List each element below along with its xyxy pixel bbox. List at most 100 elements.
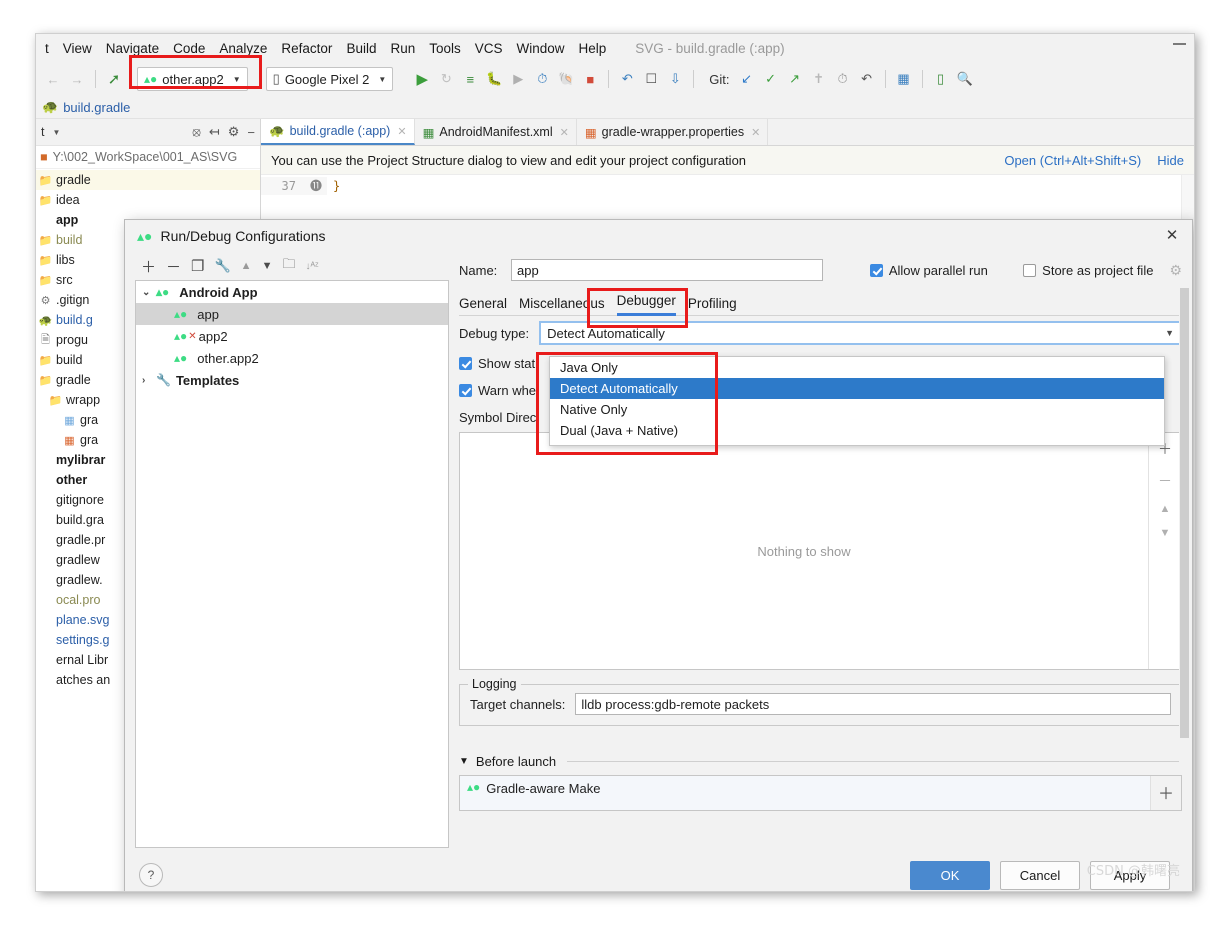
layout-icon[interactable]: ▦ (893, 68, 915, 90)
tree-item-gradle[interactable]: 📁 gradle (36, 170, 260, 190)
close-icon[interactable]: ✕ (1164, 228, 1180, 244)
move-symbol-down-icon[interactable]: ▼ (1160, 527, 1171, 539)
add-icon[interactable]: ＋ (141, 256, 156, 277)
move-down-icon[interactable]: ▼ (262, 260, 273, 272)
tree-item-idea[interactable]: 📁 idea (36, 190, 260, 210)
menu-item-analyze[interactable]: Analyze (212, 38, 274, 59)
config-item-app2[interactable]: ▴● ✕ app2 (136, 325, 448, 347)
menu-item-tools[interactable]: Tools (422, 38, 468, 59)
remove-icon[interactable]: － (166, 256, 181, 277)
close-icon[interactable]: ✕ (751, 126, 760, 139)
menu-item-window[interactable]: Window (510, 38, 572, 59)
navbar-file-label[interactable]: build.gradle (63, 100, 130, 115)
chevron-down-icon[interactable]: ⌄ (142, 287, 156, 298)
config-group-android-app[interactable]: ⌄ ▴● Android App (136, 281, 448, 303)
name-input[interactable]: app (511, 259, 824, 281)
config-item-app[interactable]: ▴● app (136, 303, 448, 325)
debug-icon[interactable]: 🐛 (483, 68, 505, 90)
remove-symbol-dir-icon[interactable]: － (1158, 471, 1172, 491)
arrow-right-icon[interactable]: → (66, 68, 88, 90)
warn-when-checkbox[interactable]: Warn whe (459, 383, 536, 398)
add-before-launch-task-icon[interactable]: ＋ (1150, 776, 1181, 810)
hide-panel-icon[interactable]: − (247, 125, 255, 140)
before-launch-list[interactable]: ▴● Gradle-aware Make ＋ (459, 775, 1182, 811)
new-folder-icon[interactable]: 🗀 (282, 255, 295, 277)
cancel-button[interactable]: Cancel (1000, 860, 1080, 890)
menu-item-code[interactable]: Code (166, 38, 212, 59)
sort-alphabetically-icon[interactable]: ↓ᴬᶻ (305, 261, 318, 272)
menu-item-t[interactable]: t (38, 38, 56, 59)
push-arrow-icon[interactable]: ↗ (784, 68, 806, 90)
apply-code-changes-icon[interactable]: ≡ (459, 68, 481, 90)
before-launch-item[interactable]: ▴● Gradle-aware Make (460, 776, 1150, 810)
collapse-icon[interactable]: ▼ (459, 756, 469, 767)
fold-marker-icon[interactable]: ⓫ (305, 177, 327, 195)
debug-type-dropdown-list[interactable]: Java Only Detect Automatically Native On… (549, 356, 1165, 446)
hammer-icon[interactable]: ➚ (103, 68, 125, 90)
tab-miscellaneous[interactable]: Miscellaneous (519, 296, 605, 316)
dropdown-option-native-only[interactable]: Native Only (550, 399, 1164, 420)
menu-item-vcs[interactable]: VCS (468, 38, 510, 59)
terminal-icon[interactable]: ▯ (930, 68, 952, 90)
settings-gear-icon[interactable]: ⚙ (228, 124, 240, 140)
dropdown-option-java-only[interactable]: Java Only (550, 357, 1164, 378)
arrow-left-icon[interactable]: ← (42, 68, 64, 90)
run-coverage-icon[interactable]: 🐚 (555, 68, 577, 90)
ok-button[interactable]: OK (910, 860, 990, 890)
store-as-project-file-checkbox[interactable]: Store as project file (1023, 263, 1153, 278)
revert-icon[interactable]: ✝ (808, 68, 830, 90)
run-icon[interactable]: ▶ (411, 68, 433, 90)
move-symbol-up-icon[interactable]: ▲ (1160, 503, 1171, 515)
help-button[interactable]: ? (139, 863, 163, 887)
config-group-templates[interactable]: › 🔧 Templates (136, 369, 448, 391)
locate-file-icon[interactable]: ⦻ (192, 124, 201, 140)
device-combo[interactable]: ▯ Google Pixel 2 ▼ (265, 67, 394, 91)
symbol-directories-list[interactable]: Nothing to show ＋ － ▲ ▼ (459, 432, 1182, 670)
menu-item-run[interactable]: Run (383, 38, 422, 59)
close-icon[interactable]: ✕ (560, 126, 569, 139)
config-item-other-app2[interactable]: ▴● other.app2 (136, 347, 448, 369)
project-title-label[interactable]: t (41, 125, 44, 139)
menu-item-navigate[interactable]: Navigate (99, 38, 166, 59)
apply-changes-icon[interactable]: ↻ (435, 68, 457, 90)
tab-general[interactable]: General (459, 296, 507, 316)
chevron-down-icon[interactable]: ▼ (52, 128, 60, 137)
menu-item-refactor[interactable]: Refactor (274, 38, 339, 59)
before-launch-header[interactable]: ▼ Before launch (459, 754, 1182, 769)
history-icon[interactable]: ⏱ (832, 68, 854, 90)
editor-tab-build-gradle[interactable]: 🐢 build.gradle (:app) ✕ (261, 119, 415, 145)
check-icon[interactable]: ✓ (760, 68, 782, 90)
collapse-all-icon[interactable]: ↤ (209, 124, 220, 140)
push-icon[interactable]: ⇩ (664, 68, 686, 90)
menu-item-help[interactable]: Help (572, 38, 614, 59)
notification-hide-link[interactable]: Hide (1157, 153, 1184, 168)
tab-profiling[interactable]: Profiling (688, 296, 737, 316)
configuration-tree[interactable]: ⌄ ▴● Android App ▴● app ▴● ✕ app2 ▴● oth… (135, 280, 449, 848)
show-static-checkbox[interactable]: Show stati (459, 356, 538, 371)
chevron-right-icon[interactable]: › (142, 375, 156, 386)
tab-debugger[interactable]: Debugger (616, 293, 676, 316)
debug-type-select[interactable]: Detect Automatically ▼ (539, 321, 1182, 345)
scrollbar-thumb[interactable] (1180, 288, 1189, 738)
dropdown-option-detect-automatically[interactable]: Detect Automatically (550, 378, 1164, 399)
chevron-down-icon[interactable]: ▼ (1165, 328, 1174, 338)
dropdown-option-dual-java-native[interactable]: Dual (Java + Native) (550, 420, 1164, 441)
edit-templates-icon[interactable]: 🔧 (214, 258, 230, 274)
search-icon[interactable]: 🔍 (954, 68, 976, 90)
copy-icon[interactable]: ❐ (191, 257, 204, 275)
project-root-path[interactable]: ■ Y:\002_WorkSpace\001_AS\SVG (36, 146, 260, 169)
menu-item-build[interactable]: Build (339, 38, 383, 59)
commit-icon[interactable]: ☐ (640, 68, 662, 90)
menu-item-view[interactable]: View (56, 38, 99, 59)
minimize-button[interactable] (1173, 43, 1186, 45)
pull-icon[interactable]: ↙ (736, 68, 758, 90)
target-channels-input[interactable]: lldb process:gdb-remote packets (575, 693, 1171, 715)
profiler-icon[interactable]: ⏱ (531, 68, 553, 90)
run-configuration-combo[interactable]: ▴● other.app2 ▼ (137, 67, 248, 91)
dialog-scrollbar[interactable] (1179, 288, 1190, 763)
notification-open-link[interactable]: Open (Ctrl+Alt+Shift+S) (1004, 153, 1141, 168)
allow-parallel-run-checkbox[interactable]: Allow parallel run (869, 263, 988, 278)
update-project-icon[interactable]: ↶ (616, 68, 638, 90)
stop-icon[interactable]: ■ (579, 68, 601, 90)
close-icon[interactable]: ✕ (397, 125, 406, 138)
